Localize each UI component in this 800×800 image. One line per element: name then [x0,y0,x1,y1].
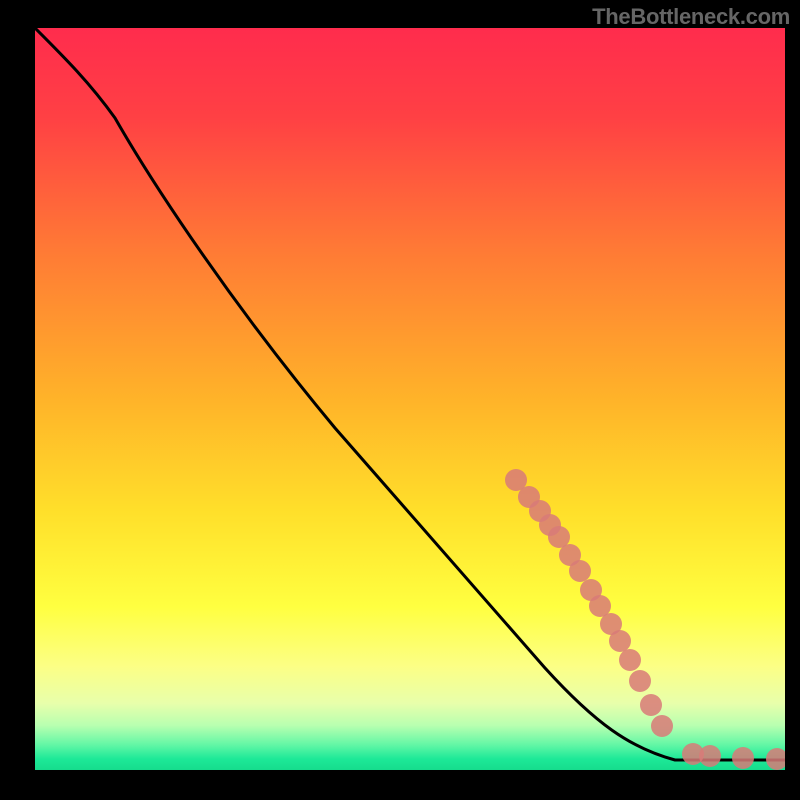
plot-area [35,28,785,770]
watermark-text: TheBottleneck.com [592,4,790,30]
chart-container: TheBottleneck.com [0,0,800,800]
scatter-points [505,469,785,770]
bottleneck-curve [35,28,785,760]
curve-layer [35,28,785,770]
